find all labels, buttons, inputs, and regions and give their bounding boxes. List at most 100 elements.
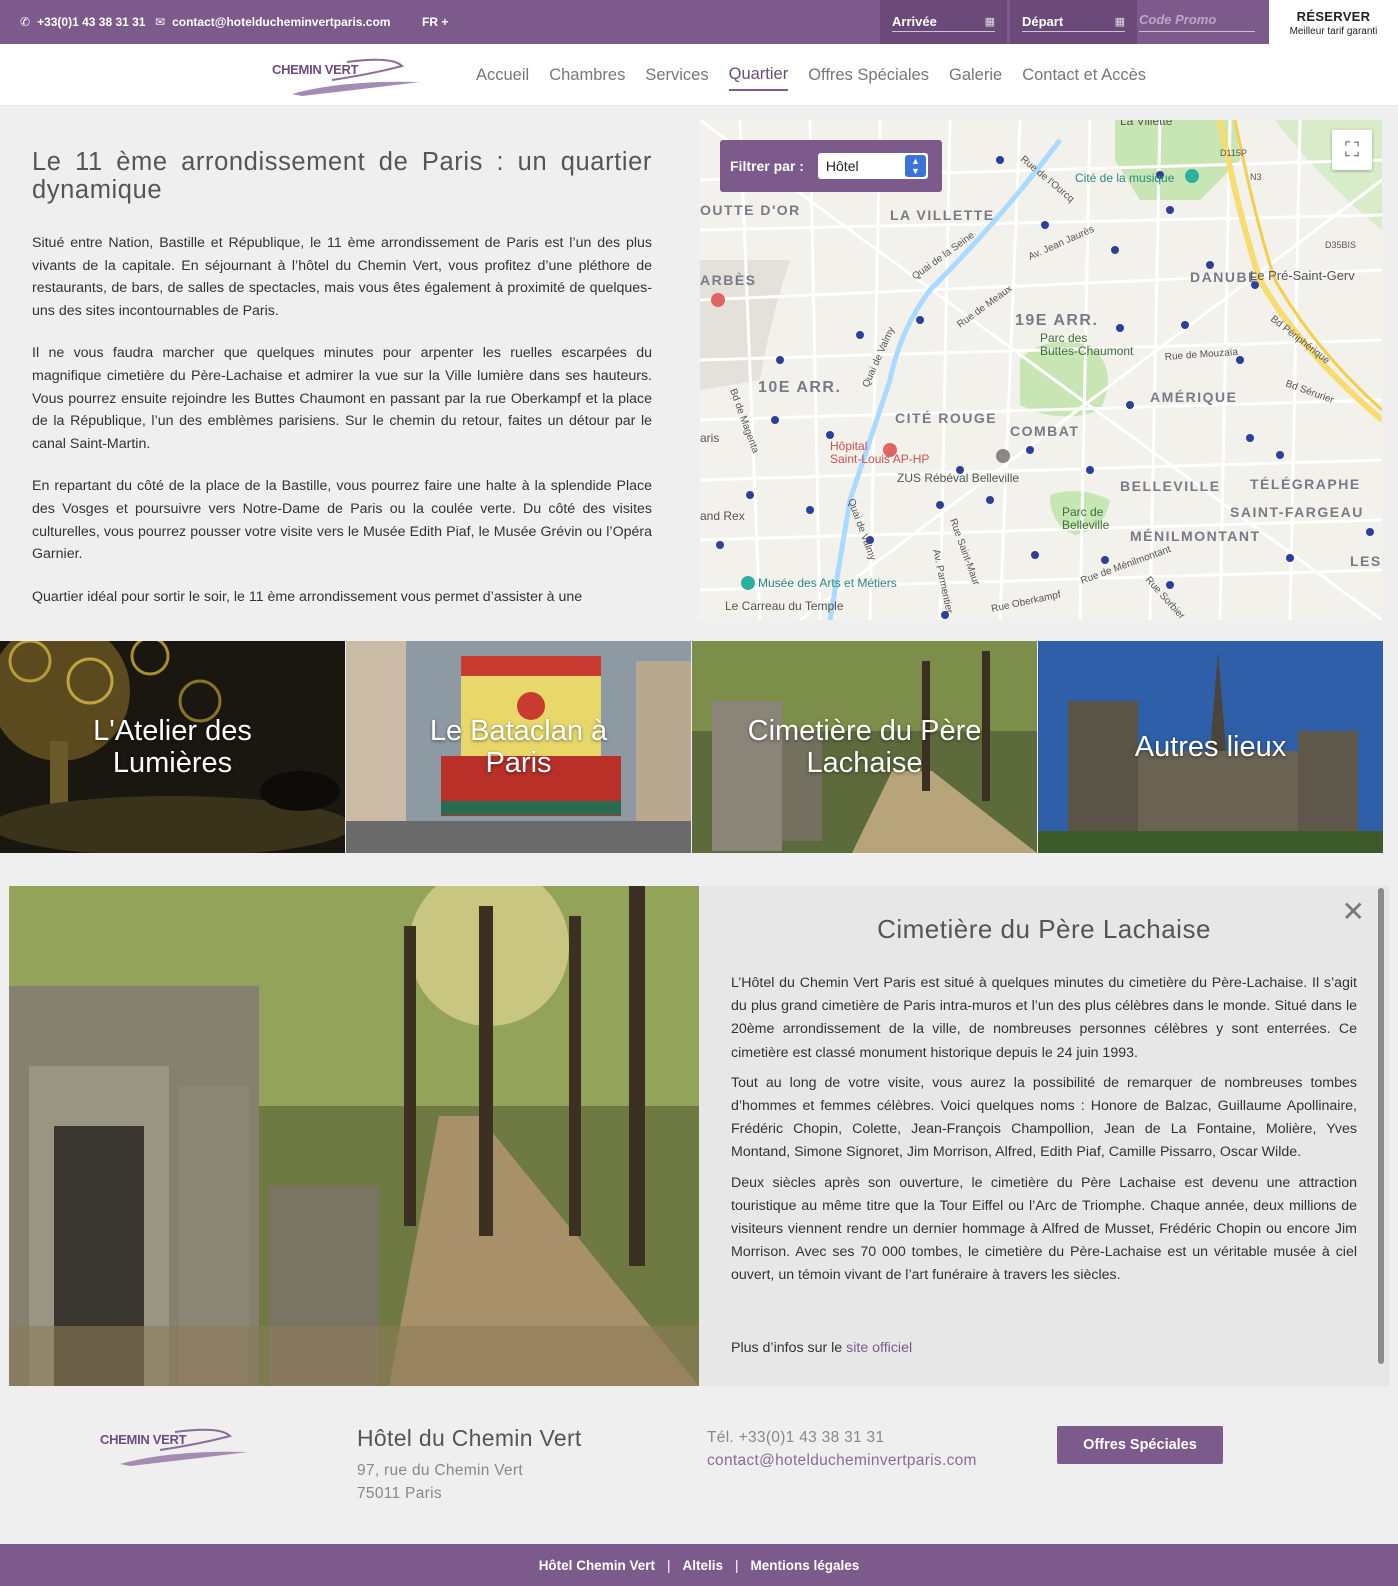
detail-panel: ✕ Cimetière du Père Lachaise L’Hôtel du … <box>699 886 1389 1386</box>
email-text: contact@hotelducheminvertparis.com <box>172 15 391 29</box>
detail-paragraph: Deux siècles après son ouverture, le cim… <box>731 1174 1357 1284</box>
promo-placeholder: Code Promo <box>1139 12 1217 27</box>
reserve-label: RÉSERVER <box>1296 9 1371 24</box>
phone-text: +33(0)1 43 38 31 31 <box>37 15 146 29</box>
scrollbar-thumb[interactable] <box>1378 888 1384 1364</box>
map-label: Av. Jean Jaurès <box>1027 224 1096 263</box>
tile-title: Cimetière du Père Lachaise <box>747 715 982 779</box>
departure-date-field[interactable]: Départ ▦ <box>1010 0 1137 44</box>
map-label: ARBÈS <box>700 272 757 288</box>
footer-logo-text: CHEMIN VERT <box>100 1432 187 1447</box>
map-label: Cité de la musique <box>1075 171 1175 185</box>
calendar-icon: ▦ <box>984 16 995 28</box>
nav-item-offres[interactable]: Offres Spéciales <box>808 60 929 90</box>
envelope-icon: ✉ <box>155 15 166 29</box>
arrival-date-field[interactable]: Arrivée ▦ <box>880 0 1007 44</box>
nav-item-services[interactable]: Services <box>645 60 708 90</box>
reserve-sublabel: Meilleur tarif garanti <box>1289 26 1378 37</box>
tile-atelier-lumieres[interactable]: L'Atelier des Lumières <box>0 641 345 853</box>
map-label: BELLEVILLE <box>1120 478 1221 494</box>
map-label: D35BIS <box>1325 240 1356 250</box>
neighbourhood-article: Le 11 ème arrondissement de Paris : un q… <box>32 148 652 618</box>
detail-title: Cimetière du Père Lachaise <box>877 914 1211 944</box>
map-label: 19E ARR. <box>1015 312 1098 329</box>
neighbourhood-map[interactable]: LA VILLETTE OUTTE D'OR ARBÈS DANUBE 19E … <box>700 120 1382 620</box>
select-arrows-icon: ▲ ▼ <box>904 155 926 177</box>
detail-body: L’Hôtel du Chemin Vert Paris est situé à… <box>731 972 1357 1295</box>
detail-scrollbar[interactable] <box>1378 888 1384 1364</box>
footer-link-hotel[interactable]: Hôtel Chemin Vert <box>539 1558 655 1573</box>
calendar-icon: ▦ <box>1114 16 1125 28</box>
map-label: aris <box>700 431 719 445</box>
more-info-prefix: Plus d’infos sur le <box>731 1340 847 1356</box>
photo-image <box>9 886 699 1386</box>
hotel-logo[interactable]: CHEMIN VERT <box>272 54 422 96</box>
arrival-placeholder: Arrivée <box>892 14 937 29</box>
map-label: Rue de Meaux <box>955 283 1014 330</box>
top-bar: ✆ +33(0)1 43 38 31 31 ✉ contact@hotelduc… <box>0 0 1398 46</box>
map-label: CITÉ ROUGE <box>895 410 997 426</box>
map-label: LES P <box>1350 553 1382 569</box>
reserve-button[interactable]: RÉSERVER Meilleur tarif garanti <box>1269 0 1398 46</box>
filter-label: Filtrer par : <box>730 158 804 174</box>
tile-bataclan[interactable]: Le Bataclan à Paris <box>346 641 691 853</box>
tile-title: Le Bataclan à Paris <box>429 715 608 779</box>
nav-item-chambres[interactable]: Chambres <box>549 60 625 90</box>
official-site-link[interactable]: site officiel <box>846 1340 912 1356</box>
places-tiles: L'Atelier des Lumières Le Bataclan à Par… <box>0 641 1398 853</box>
footer-link-altelis[interactable]: Altelis <box>682 1558 723 1573</box>
map-label: Musée des Arts et Métiers <box>758 576 897 590</box>
promo-code-input[interactable]: Code Promo <box>1139 12 1255 32</box>
language-selector[interactable]: FR + <box>422 0 448 44</box>
language-label: FR + <box>422 15 449 29</box>
nav-item-galerie[interactable]: Galerie <box>949 60 1002 90</box>
footer-phone[interactable]: Tél. +33(0)1 43 38 31 31 <box>707 1426 977 1449</box>
filter-select[interactable]: Hôtel ▲ ▼ <box>817 153 928 179</box>
tile-pere-lachaise[interactable]: Cimetière du Père Lachaise <box>692 641 1037 853</box>
fullscreen-icon[interactable]: ⛶ <box>1332 130 1372 170</box>
map-label: SAINT-FARGEAU <box>1230 504 1364 520</box>
pere-lachaise-photo <box>9 886 699 1386</box>
map-label: Rue de Mouzaïa <box>1164 347 1238 363</box>
departure-placeholder: Départ <box>1022 14 1064 29</box>
footer-link-mentions[interactable]: Mentions légales <box>751 1558 860 1573</box>
map-label: 10E ARR. <box>758 379 841 396</box>
email-link[interactable]: ✉ contact@hotelducheminvertparis.com <box>155 0 390 44</box>
footer-contact: Tél. +33(0)1 43 38 31 31 contact@hoteldu… <box>707 1426 977 1472</box>
bottom-links-bar: Hôtel Chemin Vert | Altelis | Mentions l… <box>0 1544 1398 1586</box>
article-paragraph: Situé entre Nation, Bastille et Républiq… <box>32 235 652 319</box>
offers-button[interactable]: Offres Spéciales <box>1057 1426 1223 1464</box>
separator: | <box>735 1557 739 1573</box>
map-label: Hôpital Saint-Louis AP-HP <box>830 439 929 466</box>
footer-logo[interactable]: CHEMIN VERT <box>100 1426 250 1468</box>
nav-item-contact[interactable]: Contact et Accès <box>1022 60 1146 90</box>
tile-title: Autres lieux <box>1134 731 1287 763</box>
tile-autres-lieux[interactable]: Autres lieux <box>1038 641 1383 853</box>
map-filter: Filtrer par : Hôtel ▲ ▼ <box>720 140 942 192</box>
map-label: Parc de Belleville <box>1062 505 1110 532</box>
nav-menu: Accueil Chambres Services Quartier Offre… <box>476 44 1166 106</box>
filter-value: Hôtel <box>825 158 859 174</box>
map-canvas: LA VILLETTE OUTTE D'OR ARBÈS DANUBE 19E … <box>700 120 1382 620</box>
footer-address: 97, rue du Chemin Vert 75011 Paris <box>357 1459 523 1505</box>
map-label: Le Pré-Saint-Gerv <box>1250 268 1355 283</box>
map-label: and Rex <box>700 509 745 523</box>
map-label: DANUBE <box>1190 269 1259 285</box>
map-label: Bd Périphérique <box>1268 314 1332 367</box>
map-label: TÉLÉGRAPHE <box>1250 476 1361 492</box>
nav-item-accueil[interactable]: Accueil <box>476 60 529 90</box>
nav-item-quartier[interactable]: Quartier <box>728 59 789 91</box>
article-paragraph: En repartant du côté de la place de la B… <box>32 478 652 563</box>
map-label: D115P <box>1220 148 1247 158</box>
more-info: Plus d’infos sur le site officiel <box>731 1340 912 1356</box>
map-label: Bd de Magenta <box>727 387 761 455</box>
phone-link[interactable]: ✆ +33(0)1 43 38 31 31 <box>20 0 145 44</box>
map-label: Rue Saint-Maur <box>947 517 982 587</box>
article-paragraph: Quartier idéal pour sortir le soir, le 1… <box>32 588 583 605</box>
detail-paragraph: L’Hôtel du Chemin Vert Paris est situé à… <box>731 975 1357 1061</box>
footer-email[interactable]: contact@hotelducheminvertparis.com <box>707 1449 977 1472</box>
map-label: Rue de Ménilmontant <box>1079 544 1172 587</box>
tile-title: L'Atelier des Lumières <box>93 715 252 779</box>
main-navbar: CHEMIN VERT Accueil Chambres Services Qu… <box>0 44 1398 106</box>
map-label: MÉNILMONTANT <box>1130 528 1261 544</box>
